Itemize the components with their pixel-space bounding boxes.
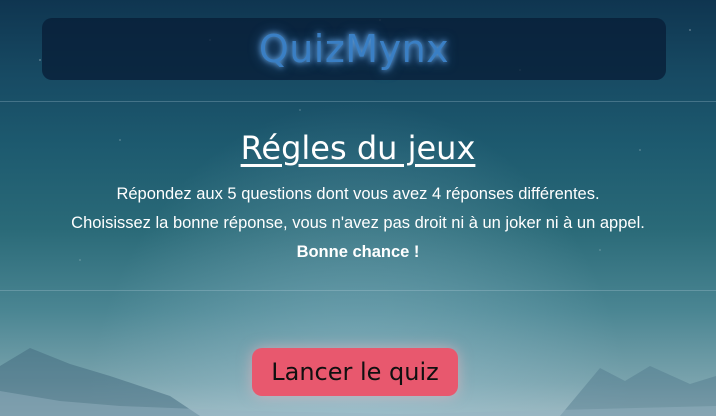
rules-section: Régles du jeux Répondez aux 5 questions …: [0, 110, 716, 267]
rules-text-line-2: Choisissez la bonne réponse, vous n'avez…: [71, 214, 645, 232]
top-divider: [0, 101, 716, 102]
header-bar: QuizMynx: [42, 18, 666, 80]
good-luck-text: Bonne chance !: [296, 243, 420, 261]
rules-heading: Régles du jeux: [240, 129, 476, 167]
rules-text-line-1: Répondez aux 5 questions dont vous avez …: [116, 185, 600, 203]
bottom-divider: [0, 290, 716, 291]
app-title: QuizMynx: [258, 27, 450, 71]
start-quiz-button[interactable]: Lancer le quiz: [252, 348, 458, 396]
